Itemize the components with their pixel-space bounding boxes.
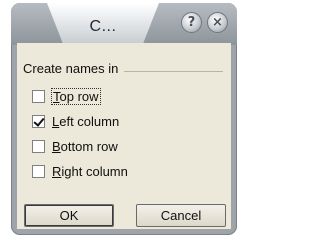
bottom-row-label: Bottom row <box>52 138 118 154</box>
ok-button[interactable]: OK <box>24 204 114 227</box>
top-row-option[interactable]: Top row <box>32 87 101 105</box>
help-icon: ? <box>187 15 196 30</box>
left-column-option[interactable]: Left column <box>32 112 119 130</box>
right-column-option[interactable]: Right column <box>32 162 128 180</box>
close-icon: × <box>212 15 223 30</box>
bottom-row-option[interactable]: Bottom row <box>32 137 118 155</box>
create-names-dialog: C... ? × Create names in Top row Left co… <box>11 3 237 235</box>
help-button[interactable]: ? <box>181 12 202 33</box>
dialog-title: C... <box>89 18 117 35</box>
right-column-checkbox[interactable] <box>32 164 45 178</box>
top-row-checkbox[interactable] <box>32 89 45 103</box>
dialog-body: Create names in Top row Left column Bott… <box>17 43 231 229</box>
left-column-checkbox[interactable] <box>32 114 45 128</box>
cancel-button[interactable]: Cancel <box>136 204 226 227</box>
group-label: Create names in <box>23 61 125 76</box>
title-bar[interactable]: C... ? × <box>11 3 237 45</box>
left-column-label: Left column <box>52 113 120 129</box>
right-column-label: Right column <box>52 163 128 179</box>
bottom-row-checkbox[interactable] <box>32 139 45 153</box>
top-row-label: Top row <box>51 87 101 105</box>
close-button[interactable]: × <box>207 12 228 33</box>
